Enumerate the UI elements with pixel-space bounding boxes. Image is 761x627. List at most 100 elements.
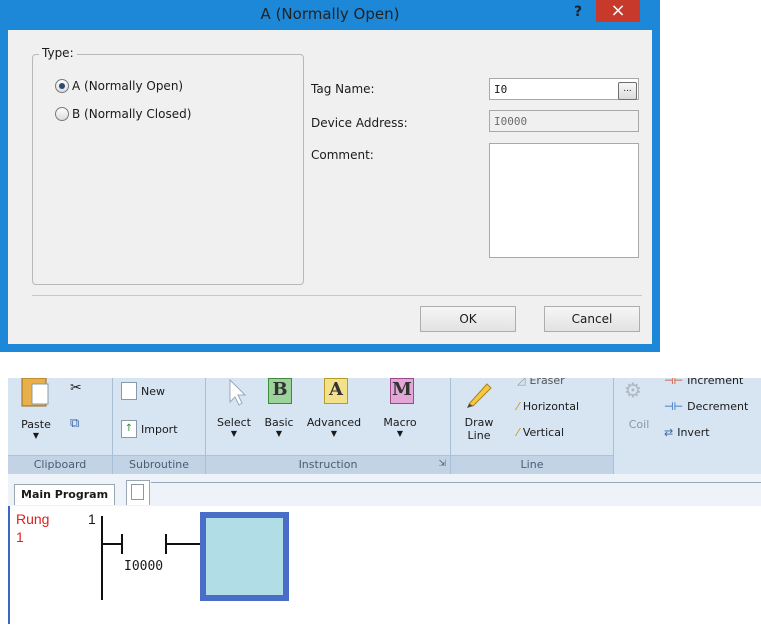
comment-textarea[interactable] (489, 143, 639, 258)
subroutine-group-label: Subroutine (113, 455, 205, 474)
coil-group: ⚙ Coil ⊣⊢ Increment ⊣⊢ Decrement ⇄ Inver… (614, 378, 761, 474)
decrement-label: Decrement (687, 400, 749, 413)
radio-label-a: A (Normally Open) (72, 79, 184, 93)
increment-label: Increment (687, 378, 744, 387)
advanced-dropdown-icon: ▼ (330, 429, 338, 438)
macro-button[interactable]: Macro ▼ (380, 416, 420, 438)
increment-button[interactable]: ⊣⊢ Increment (664, 378, 743, 387)
copy-icon[interactable]: ⧉ (70, 416, 79, 431)
paste-button[interactable]: Paste ▼ (16, 418, 56, 440)
paste-dropdown-icon: ▼ (32, 431, 40, 440)
vertical-line-button[interactable]: ⁄ Vertical (517, 426, 564, 439)
eraser-icon: ◿ (517, 378, 526, 387)
radio-normally-closed[interactable]: B (Normally Closed) (55, 107, 191, 121)
tab-strip-line (151, 482, 761, 505)
title-bar[interactable]: A (Normally Open) ? × (0, 0, 660, 30)
select-arrow-icon (229, 378, 247, 406)
instruction-label-text: Instruction (298, 458, 358, 471)
invert-button[interactable]: ⇄ Invert (664, 426, 710, 439)
subroutine-group: New ↑ Import Subroutine (113, 378, 206, 474)
selection-cursor-box[interactable] (200, 512, 289, 601)
help-button[interactable]: ? (565, 4, 591, 24)
device-address-field: I0000 (489, 110, 639, 132)
increment-icon: ⊣⊢ (664, 378, 684, 387)
basic-icon: B (268, 378, 292, 404)
vertical-line-icon: ⁄ (517, 426, 519, 439)
draw-line-label-1: Draw (464, 416, 494, 429)
macro-icon: M (390, 378, 414, 404)
vertical-label: Vertical (522, 426, 565, 439)
tag-name-input[interactable]: I0 (489, 78, 639, 100)
line-group: Draw Line ◿ Eraser ⁄ Horizontal ⁄ Vertic… (451, 378, 614, 474)
ribbon: Paste ▼ ✂ ⧉ Clipboard New ↑ Import Subro… (8, 378, 761, 474)
dialog-window: A (Normally Open) ? × Type: A (Normally … (0, 0, 660, 352)
cancel-button[interactable]: Cancel (544, 306, 640, 332)
radio-selected-dot (59, 83, 65, 89)
select-button[interactable]: Select ▼ (214, 416, 254, 438)
basic-dropdown-icon: ▼ (275, 429, 283, 438)
advanced-button[interactable]: Advanced ▼ (302, 416, 366, 438)
tag-name-label: Tag Name: (311, 82, 375, 96)
decrement-icon: ⊣⊢ (664, 400, 684, 413)
select-dropdown-icon: ▼ (230, 429, 238, 438)
rung-line-number: 1 (16, 529, 24, 545)
new-page-icon (131, 484, 144, 500)
horizontal-label: Horizontal (522, 400, 580, 413)
eraser-button[interactable]: ◿ Eraser (517, 378, 565, 387)
paste-icon (21, 378, 49, 407)
select-label: Select (217, 416, 251, 429)
instruction-group: Select ▼ B Basic ▼ A Advanced ▼ M Macro … (206, 378, 451, 474)
coil-icon: ⚙ (624, 378, 642, 402)
invert-icon: ⇄ (664, 426, 674, 439)
clipboard-group-label: Clipboard (8, 455, 112, 474)
import-label: Import (141, 422, 178, 436)
advanced-icon: A (324, 378, 348, 404)
clipboard-group: Paste ▼ ✂ ⧉ Clipboard (8, 378, 113, 474)
advanced-label: Advanced (306, 416, 362, 429)
line-group-label: Line (451, 455, 613, 474)
device-address-label: Device Address: (311, 116, 408, 130)
radio-button-a[interactable] (55, 79, 69, 93)
dialog-title: A (Normally Open) (260, 5, 400, 23)
rung-label: Rung (16, 511, 49, 527)
close-button[interactable]: × (596, 0, 640, 22)
new-document-icon (121, 382, 137, 400)
radio-normally-open[interactable]: A (Normally Open) (55, 79, 183, 93)
type-group-legend: Type: (39, 46, 77, 60)
macro-label: Macro (383, 416, 417, 429)
comment-label: Comment: (311, 148, 374, 162)
ladder-editor[interactable]: Rung 1 1 I0000 (10, 506, 761, 624)
contact-address-label: I0000 (124, 559, 163, 574)
new-tab-button[interactable] (126, 480, 150, 505)
paste-label: Paste (21, 418, 51, 431)
dialog-separator (32, 295, 642, 296)
dialog-launcher-icon[interactable]: ⇲ (438, 456, 446, 473)
radio-label-b: B (Normally Closed) (72, 107, 192, 121)
basic-label: Basic (264, 416, 294, 429)
import-button[interactable]: ↑ Import (121, 420, 178, 438)
horizontal-line-button[interactable]: ⁄ Horizontal (517, 400, 579, 413)
invert-label: Invert (677, 426, 710, 439)
new-label: New (141, 384, 165, 398)
horizontal-line-icon: ⁄ (517, 400, 519, 413)
ladder-diagram: Rung 1 1 I0000 (16, 511, 289, 601)
cut-icon[interactable]: ✂ (70, 380, 82, 396)
coil-button[interactable]: Coil (622, 418, 656, 431)
draw-line-pencil-icon (467, 383, 492, 408)
draw-line-button[interactable]: Draw Line (459, 416, 499, 442)
decrement-button[interactable]: ⊣⊢ Decrement (664, 400, 748, 413)
instruction-group-label: Instruction ⇲ (206, 455, 450, 474)
eraser-label: Eraser (529, 378, 565, 387)
radio-button-b[interactable] (55, 107, 69, 121)
tab-main-program[interactable]: Main Program (14, 484, 116, 505)
basic-button[interactable]: Basic ▼ (260, 416, 298, 438)
tag-browse-button[interactable]: ... (618, 82, 637, 100)
ok-button[interactable]: OK (420, 306, 516, 332)
new-subroutine-button[interactable]: New (121, 382, 165, 400)
rung-number: 1 (88, 511, 96, 527)
macro-dropdown-icon: ▼ (396, 429, 404, 438)
type-groupbox: Type: A (Normally Open) B (Normally Clos… (32, 46, 304, 285)
dialog-client: Type: A (Normally Open) B (Normally Clos… (8, 30, 652, 344)
draw-line-label-2: Line (467, 429, 491, 442)
import-icon: ↑ (121, 420, 137, 438)
